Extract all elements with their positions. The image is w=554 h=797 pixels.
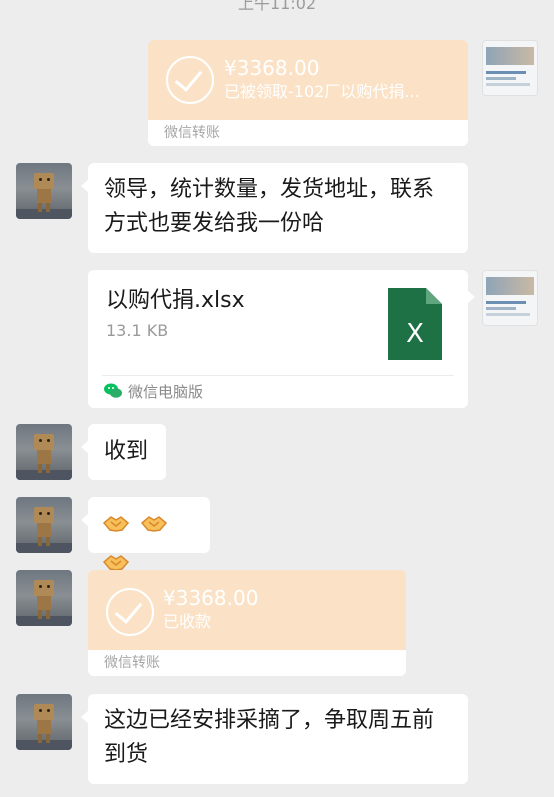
transfer-card-sent[interactable]: ¥3368.00 已被领取-102厂以购代捐... 微信转账 bbox=[148, 40, 468, 146]
transfer-status: 已收款 bbox=[163, 612, 212, 631]
message-bubble[interactable]: 收到 bbox=[81, 424, 166, 480]
excel-icon-letter: X bbox=[406, 319, 424, 349]
check-circle-icon bbox=[166, 56, 214, 104]
transfer-footer: 微信转账 bbox=[148, 120, 468, 146]
self-avatar[interactable] bbox=[482, 40, 538, 96]
excel-file-icon: X bbox=[388, 288, 442, 360]
message-text: 收到 bbox=[104, 439, 149, 464]
file-name: 以购代捐.xlsx bbox=[106, 288, 245, 313]
contact-avatar[interactable] bbox=[16, 497, 72, 553]
message-bubble[interactable]: 这边已经安排采摘了，争取周五前 到货 bbox=[81, 694, 468, 784]
transfer-footer: 微信转账 bbox=[88, 650, 406, 676]
message-text-line: 方式也要发给我一份哈 bbox=[104, 211, 325, 236]
transfer-status: 已被领取-102厂以购代捐... bbox=[224, 82, 420, 101]
check-circle-icon bbox=[106, 588, 154, 636]
file-source-label: 微信电脑版 bbox=[128, 383, 204, 401]
timestamp: 上午11:02 bbox=[237, 0, 317, 13]
contact-avatar[interactable] bbox=[16, 570, 72, 626]
message-bubble[interactable]: 领导，统计数量，发货地址，联系 方式也要发给我一份哈 bbox=[81, 163, 468, 253]
divider bbox=[102, 375, 454, 376]
contact-avatar[interactable] bbox=[16, 163, 72, 219]
message-text-line: 这边已经安排采摘了，争取周五前 bbox=[104, 708, 435, 733]
handshake-emoji bbox=[102, 516, 130, 532]
file-size: 13.1 KB bbox=[106, 321, 169, 340]
contact-avatar[interactable] bbox=[16, 424, 72, 480]
file-message-card[interactable]: 以购代捐.xlsx 13.1 KB X 微信电脑版 bbox=[88, 270, 475, 408]
handshake-emoji bbox=[140, 516, 168, 532]
emoji-message-bubble[interactable] bbox=[81, 497, 210, 571]
message-text-line: 到货 bbox=[104, 742, 149, 767]
message-text-line: 领导，统计数量，发货地址，联系 bbox=[104, 177, 435, 202]
self-avatar[interactable] bbox=[482, 270, 538, 326]
wechat-pc-icon bbox=[104, 383, 122, 398]
transfer-amount: ¥3368.00 bbox=[224, 56, 320, 80]
contact-avatar[interactable] bbox=[16, 694, 72, 750]
transfer-card-received[interactable]: ¥3368.00 已收款 微信转账 bbox=[88, 570, 406, 676]
transfer-amount: ¥3368.00 bbox=[163, 586, 259, 610]
